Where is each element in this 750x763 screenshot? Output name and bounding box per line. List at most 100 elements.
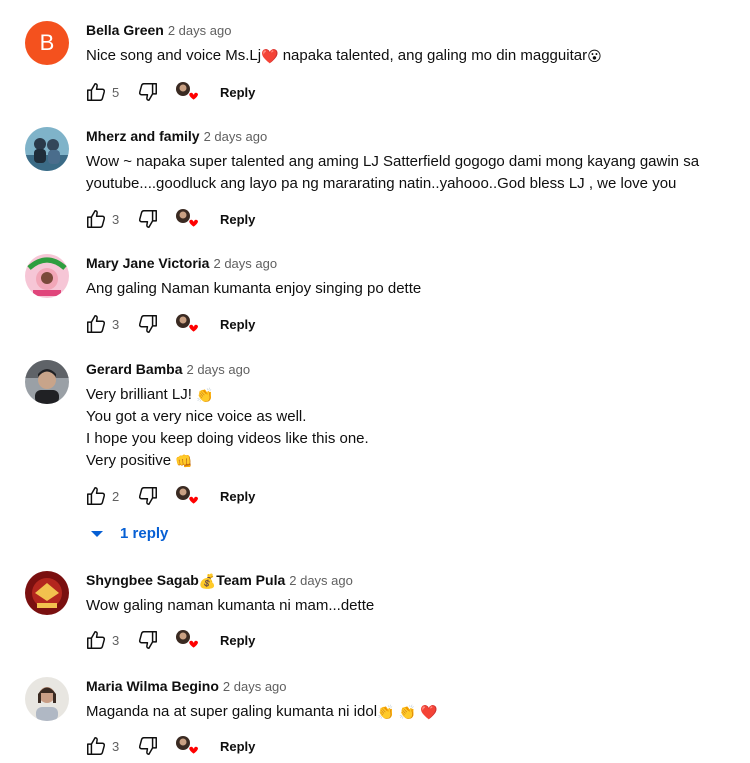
like-count: 2 <box>112 488 120 504</box>
like-button[interactable] <box>84 628 108 652</box>
comment-text: Maganda na at super galing kumanta ni id… <box>86 701 726 723</box>
avatar-letter: B <box>25 21 69 65</box>
comment-actions: 3 Reply <box>84 628 255 652</box>
avatar-image <box>25 360 69 404</box>
comment-time[interactable]: 2 days ago <box>223 679 287 694</box>
author-name[interactable]: Mherz and family <box>86 128 200 144</box>
comment-header: Shyngbee Sagab💰Team Pula 2 days ago <box>86 571 353 590</box>
comment-time[interactable]: 2 days ago <box>168 23 232 38</box>
comment-line: Wow galing naman kumanta ni mam...dette <box>86 597 375 614</box>
comment-time[interactable]: 2 days ago <box>186 362 250 377</box>
clapping-emoji: 👏 <box>196 387 214 403</box>
author-name[interactable]: Gerard Bamba <box>86 361 182 377</box>
thumb-down-icon <box>137 629 159 651</box>
avatar-image <box>25 127 69 171</box>
money-bag-emoji: 💰 <box>198 573 217 589</box>
avatar-image <box>25 254 69 298</box>
avatar-image <box>25 571 69 615</box>
comment-text-part: Nice song and voice Ms.Lj <box>86 47 262 64</box>
creator-heart-icon <box>174 628 200 652</box>
creator-heart-icon <box>174 734 200 758</box>
thumb-down-icon <box>137 81 159 103</box>
heart-emoji: ❤️ <box>261 48 279 64</box>
comment-text-part: Maganda na at super galing kumanta ni id… <box>86 703 378 720</box>
thumb-down-icon <box>137 485 159 507</box>
dislike-button[interactable] <box>136 628 160 652</box>
comment-header: Mary Jane Victoria 2 days ago <box>86 254 277 273</box>
creator-heart-icon <box>174 312 200 336</box>
avatar[interactable]: B <box>25 21 69 65</box>
comment-text: Ang galing Naman kumanta enjoy singing p… <box>86 278 726 300</box>
dislike-button[interactable] <box>136 80 160 104</box>
author-name[interactable]: Shyngbee Sagab💰Team Pula <box>86 572 286 589</box>
reply-button[interactable]: Reply <box>220 317 255 332</box>
comment-line: Wow ~ napaka super talented ang aming LJ… <box>86 153 700 170</box>
comment-header: Mherz and family 2 days ago <box>86 127 267 146</box>
author-name[interactable]: Maria Wilma Begino <box>86 678 219 694</box>
like-button[interactable] <box>84 484 108 508</box>
comment-actions: 5 Reply <box>84 80 255 104</box>
like-button[interactable] <box>84 207 108 231</box>
comment-time[interactable]: 2 days ago <box>213 256 277 271</box>
comment-header: Gerard Bamba 2 days ago <box>86 360 250 379</box>
reply-button[interactable]: Reply <box>220 633 255 648</box>
dislike-button[interactable] <box>136 207 160 231</box>
thumb-up-icon <box>85 735 107 757</box>
author-name-part: Team Pula <box>216 572 286 588</box>
replies-count-label: 1 reply <box>120 525 169 542</box>
comment-line: youtube....goodluck ang layo pa ng marar… <box>86 175 677 192</box>
comment-time[interactable]: 2 days ago <box>204 129 268 144</box>
reply-button[interactable]: Reply <box>220 489 255 504</box>
comment-text: Very brilliant LJ! 👏 You got a very nice… <box>86 384 726 472</box>
dislike-button[interactable] <box>136 734 160 758</box>
creator-heart-icon <box>174 80 200 104</box>
fist-emoji: 👊 <box>175 453 193 469</box>
thumb-up-icon <box>85 81 107 103</box>
thumb-up-icon <box>85 208 107 230</box>
dislike-button[interactable] <box>136 312 160 336</box>
author-name-part: Shyngbee Sagab <box>86 572 199 588</box>
reply-button[interactable]: Reply <box>220 739 255 754</box>
like-button[interactable] <box>84 312 108 336</box>
avatar[interactable] <box>25 254 69 298</box>
like-count: 3 <box>112 632 120 648</box>
avatar[interactable] <box>25 571 69 615</box>
avatar[interactable] <box>25 127 69 171</box>
view-replies-button[interactable]: 1 reply <box>90 525 168 542</box>
comment-text: Nice song and voice Ms.Lj❤️ napaka talen… <box>86 45 726 67</box>
comment-text-part: napaka talented, ang galing mo din maggu… <box>278 47 588 64</box>
thumb-up-icon <box>85 629 107 651</box>
reply-button[interactable]: Reply <box>220 212 255 227</box>
dislike-button[interactable] <box>136 484 160 508</box>
reply-button[interactable]: Reply <box>220 85 255 100</box>
thumb-down-icon <box>137 313 159 335</box>
like-button[interactable] <box>84 80 108 104</box>
comment-actions: 3 Reply <box>84 734 255 758</box>
comment-header: Maria Wilma Begino 2 days ago <box>86 677 287 696</box>
like-button[interactable] <box>84 734 108 758</box>
comment-line: I hope you keep doing videos like this o… <box>86 430 369 447</box>
comment-actions: 3 Reply <box>84 312 255 336</box>
avatar[interactable] <box>25 677 69 721</box>
comment-header: Bella Green 2 days ago <box>86 21 231 40</box>
thumb-up-icon <box>85 313 107 335</box>
clapping-emoji: 👏 <box>398 704 417 720</box>
avatar-image <box>25 677 69 721</box>
like-count: 3 <box>112 211 120 227</box>
author-name[interactable]: Bella Green <box>86 22 164 38</box>
like-count: 5 <box>112 84 120 100</box>
comment-text: Wow ~ napaka super talented ang aming LJ… <box>86 151 726 195</box>
comment-line: You got a very nice voice as well. <box>86 408 307 425</box>
comment-actions: 3 Reply <box>84 207 255 231</box>
surprised-emoji: 😮 <box>587 48 602 64</box>
creator-heart-icon <box>174 207 200 231</box>
thumb-down-icon <box>137 735 159 757</box>
comment-actions: 2 Reply <box>84 484 255 508</box>
author-name[interactable]: Mary Jane Victoria <box>86 255 209 271</box>
comment-time[interactable]: 2 days ago <box>289 573 353 588</box>
comment-text: Wow galing naman kumanta ni mam...dette <box>86 595 726 617</box>
creator-heart-icon <box>174 484 200 508</box>
like-count: 3 <box>112 316 120 332</box>
avatar[interactable] <box>25 360 69 404</box>
thumb-down-icon <box>137 208 159 230</box>
